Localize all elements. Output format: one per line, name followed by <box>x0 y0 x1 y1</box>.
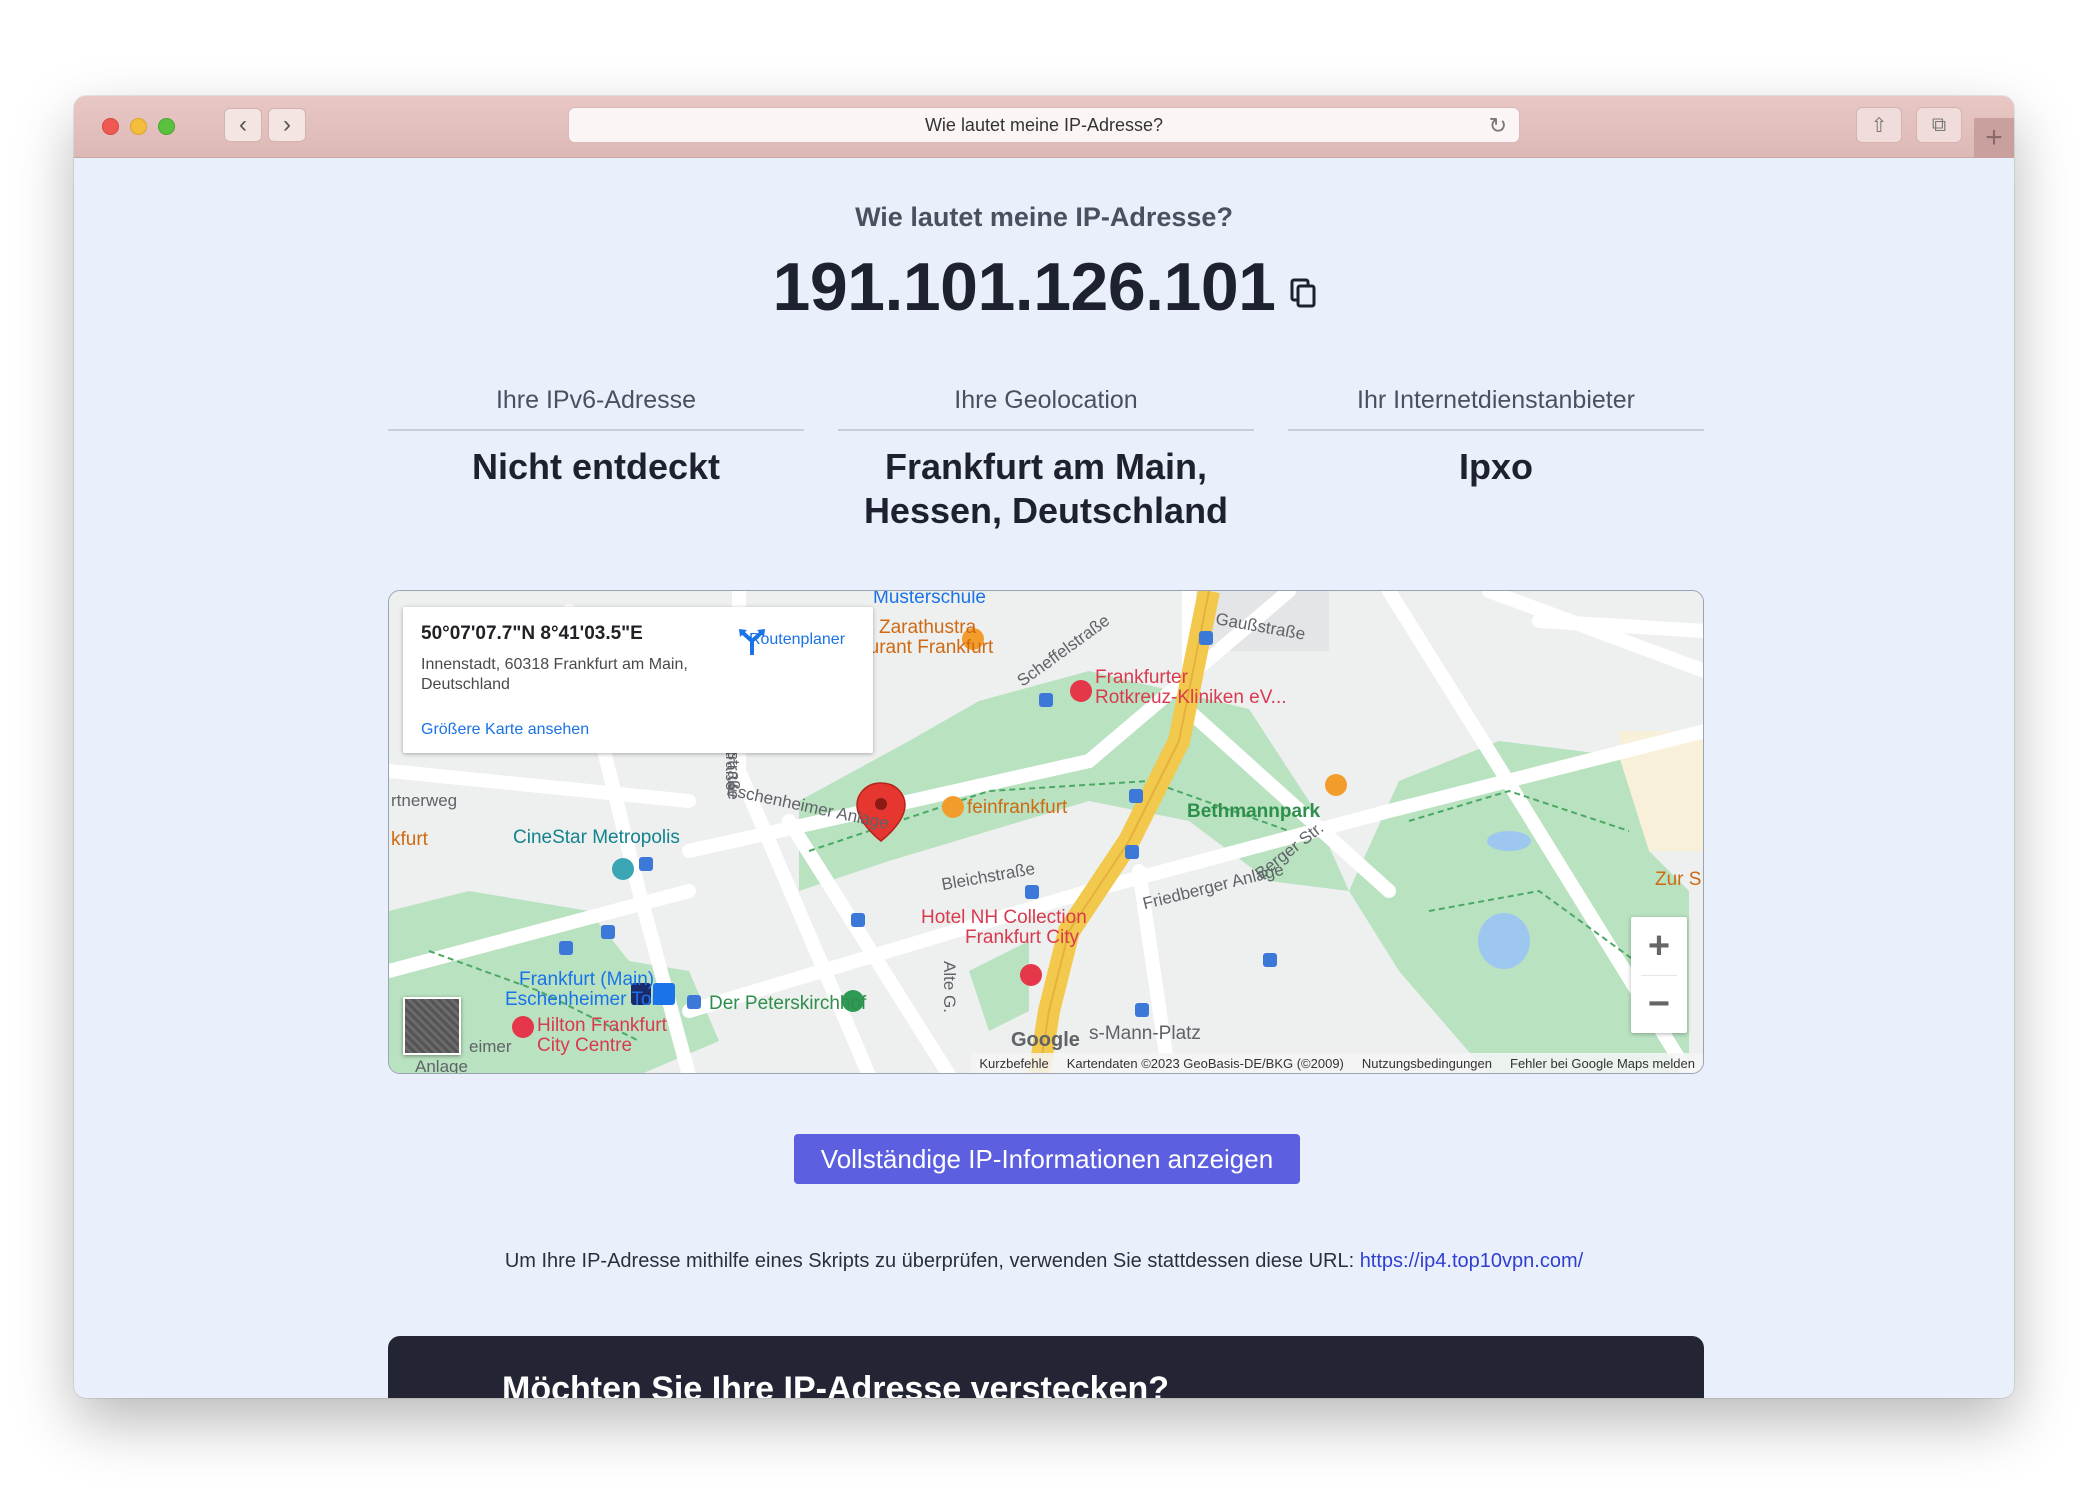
report-error-link[interactable]: Fehler bei Google Maps melden <box>1510 1056 1695 1071</box>
ipv6-label: Ihre IPv6-Adresse <box>388 386 804 431</box>
map-info-card: 50°07'07.7"N 8°41'03.5"E Innenstadt, 603… <box>403 607 873 753</box>
ipv6-info: Ihre IPv6-Adresse Nicht entdeckt <box>388 386 804 489</box>
chevron-left-icon: ‹ <box>239 111 247 138</box>
map-label-hotel-nh-1: Hotel NH Collection <box>921 907 1087 928</box>
reload-icon[interactable]: ↻ <box>1489 113 1507 139</box>
browser-titlebar: ‹ › Wie lautet meine IP-Adresse? ↻ ⇧ ⧉ + <box>74 96 2014 158</box>
script-note-text: Um Ihre IP-Adresse mithilfe eines Skript… <box>504 1250 1360 1272</box>
address-bar[interactable]: Wie lautet meine IP-Adresse? ↻ <box>568 107 1520 143</box>
isp-label: Ihr Internetdienstanbieter <box>1288 386 1704 431</box>
map-coordinates: 50°07'07.7"N 8°41'03.5"E <box>421 623 643 644</box>
page-title: Wie lautet meine IP-Adresse? <box>924 114 1164 135</box>
plus-icon: + <box>1647 924 1671 967</box>
plus-icon: + <box>1985 121 2003 154</box>
page-content: Wie lautet meine IP-Adresse? 191.101.126… <box>74 158 2014 1398</box>
script-note: Um Ihre IP-Adresse mithilfe eines Skript… <box>74 1250 2014 1273</box>
map-zoom-control: + − <box>1631 917 1687 1033</box>
directions-icon <box>739 629 765 655</box>
map-label-alte-g: Alte G. <box>940 961 959 1013</box>
zoom-in-button[interactable]: + <box>1631 917 1687 975</box>
tabs-icon: ⧉ <box>1931 113 1947 136</box>
keyboard-shortcuts-link[interactable]: Kurzbefehle <box>979 1056 1048 1071</box>
map-label-strasse: traße <box>722 751 741 791</box>
map-label-musterschule: Musterschule <box>873 590 986 608</box>
script-url-link[interactable]: https://ip4.top10vpn.com/ <box>1360 1250 1583 1272</box>
zoom-out-button[interactable]: − <box>1631 975 1687 1033</box>
map-attribution: Kurzbefehle Kartendaten ©2023 GeoBasis-D… <box>971 1053 1703 1073</box>
route-planner-button[interactable]: Routenplaner <box>737 627 857 655</box>
map-label-frankfurt-main-2: Eschenheimer Tor <box>505 989 658 1010</box>
forward-button[interactable]: › <box>268 108 306 142</box>
map-label-zarathustra-1: Zarathustra <box>879 617 977 638</box>
map-address: Innenstadt, 60318 Frankfurt am Main, Deu… <box>421 656 688 693</box>
chevron-right-icon: › <box>283 111 291 138</box>
larger-map-link[interactable]: Größere Karte ansehen <box>421 721 589 739</box>
back-button[interactable]: ‹ <box>224 108 262 142</box>
ip-row: 191.101.126.101 <box>74 248 2014 326</box>
ip-heading: Wie lautet meine IP-Adresse? <box>855 202 1233 232</box>
map-label-feinfrankfurt: feinfrankfurt <box>967 797 1068 818</box>
satellite-toggle[interactable] <box>403 997 461 1055</box>
full-ip-info-button[interactable]: Vollständige IP-Informationen anzeigen <box>794 1134 1300 1184</box>
map-label-rotkreuz-2: Rotkreuz-Kliniken eV... <box>1095 687 1287 708</box>
geolocation-value: Frankfurt am Main, Hessen, Deutschland <box>838 445 1254 533</box>
minimize-window-button[interactable] <box>130 118 147 135</box>
map-label-bethmannpark: Bethmannpark <box>1187 801 1321 822</box>
isp-value: Ipxo <box>1458 446 1533 487</box>
banner-title: Möchten Sie Ihre IP-Adresse verstecken? <box>502 1370 1170 1398</box>
geolocation-label: Ihre Geolocation <box>838 386 1254 431</box>
tabs-overview-button[interactable]: ⧉ <box>1916 107 1962 143</box>
map-label-hilton-2: City Centre <box>537 1035 633 1056</box>
map-label-frankfurt-main-1: Frankfurt (Main) <box>519 969 655 990</box>
browser-window: ‹ › Wie lautet meine IP-Adresse? ↻ ⇧ ⧉ +… <box>74 96 2014 1398</box>
close-window-button[interactable] <box>102 118 119 135</box>
share-button[interactable]: ⇧ <box>1856 107 1902 143</box>
map-label-kfurt: kfurt <box>391 829 428 850</box>
new-tab-button[interactable]: + <box>1974 118 2014 158</box>
map-label-hilton-1: Hilton Frankfurt <box>537 1015 667 1036</box>
ipv6-value: Nicht entdeckt <box>471 446 721 487</box>
geolocation-line-2: Hessen, Deutschland <box>863 490 1229 531</box>
google-logo: Google <box>1011 1029 1080 1051</box>
map-label-rtnerweg: rtnerweg <box>391 791 458 810</box>
map-data-credit: Kartendaten ©2023 GeoBasis-DE/BKG (©2009… <box>1066 1055 1344 1071</box>
map-label-cinestar: CineStar Metropolis <box>513 827 680 848</box>
geolocation-line-1: Frankfurt am Main, <box>884 446 1208 487</box>
hide-ip-banner: Möchten Sie Ihre IP-Adresse verstecken? <box>388 1336 1704 1398</box>
terms-link[interactable]: Nutzungsbedingungen <box>1362 1056 1492 1071</box>
map-label-anlage: Anlage <box>415 1057 468 1074</box>
zoom-window-button[interactable] <box>158 118 175 135</box>
copy-icon[interactable] <box>1290 278 1316 308</box>
map-label-hotel-nh-2: Frankfurt City <box>965 927 1080 948</box>
ip-address: 191.101.126.101 <box>772 249 1277 325</box>
minus-icon: − <box>1647 982 1671 1025</box>
share-icon: ⇧ <box>1870 114 1888 137</box>
map-label-peterskirchhof: Der Peterskirchhof <box>709 993 867 1014</box>
map-label-zur-s: Zur S <box>1655 869 1702 890</box>
map-label-rotkreuz-1: Frankfurter <box>1095 667 1188 688</box>
map-label-eimer: eimer <box>469 1037 512 1056</box>
map-label-mann-platz: s-Mann-Platz <box>1089 1023 1201 1044</box>
geolocation-info: Ihre Geolocation Frankfurt am Main, Hess… <box>838 386 1254 533</box>
isp-info: Ihr Internetdienstanbieter Ipxo <box>1288 386 1704 489</box>
google-map[interactable]: Musterschule Zarathustra Restaurant Fran… <box>388 590 1704 1074</box>
